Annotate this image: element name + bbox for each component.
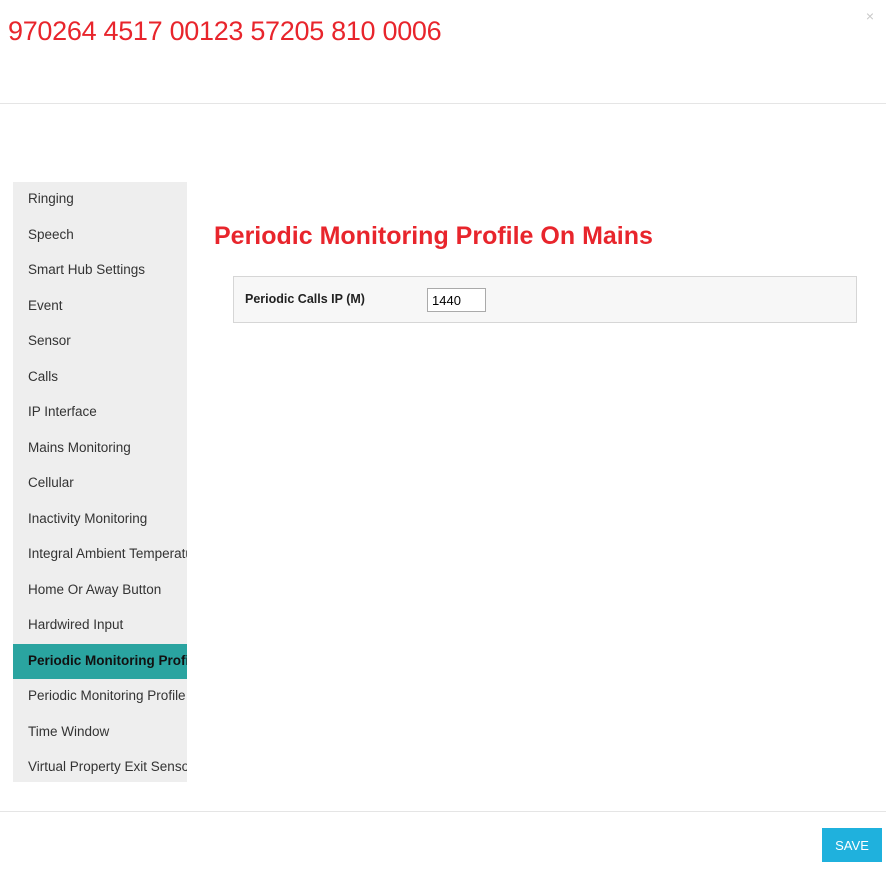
section-title: Periodic Monitoring Profile On Mains xyxy=(214,222,653,250)
footer-divider xyxy=(0,811,886,812)
sidebar-item-virtual-property-exit-sensor[interactable]: Virtual Property Exit Sensor xyxy=(13,750,187,782)
sidebar-item-smart-hub-settings[interactable]: Smart Hub Settings xyxy=(13,253,187,289)
sidebar-item-speech[interactable]: Speech xyxy=(13,218,187,254)
sidebar-item-periodic-monitoring-profile[interactable]: Periodic Monitoring Profile xyxy=(13,679,187,715)
sidebar-item-time-window[interactable]: Time Window xyxy=(13,715,187,751)
sidebar-item-calls[interactable]: Calls xyxy=(13,360,187,396)
modal-title: 970264 4517 00123 57205 810 0006 xyxy=(8,16,442,46)
header-divider xyxy=(0,103,886,104)
close-icon[interactable]: × xyxy=(866,8,874,24)
settings-sidebar: Ringing Speech Smart Hub Settings Event … xyxy=(13,182,187,782)
sidebar-item-ip-interface[interactable]: IP Interface xyxy=(13,395,187,431)
sidebar-item-inactivity-monitoring[interactable]: Inactivity Monitoring xyxy=(13,502,187,538)
periodic-calls-field-row: Periodic Calls IP (M) xyxy=(233,276,857,323)
sidebar-item-mains-monitoring[interactable]: Mains Monitoring xyxy=(13,431,187,467)
sidebar-item-home-or-away-button[interactable]: Home Or Away Button xyxy=(13,573,187,609)
periodic-calls-label: Periodic Calls IP (M) xyxy=(245,292,365,306)
save-button[interactable]: SAVE xyxy=(822,828,882,862)
sidebar-item-sensor[interactable]: Sensor xyxy=(13,324,187,360)
periodic-calls-input[interactable] xyxy=(427,288,486,312)
sidebar-item-ringing[interactable]: Ringing xyxy=(13,182,187,218)
sidebar-item-cellular[interactable]: Cellular xyxy=(13,466,187,502)
sidebar-item-integral-ambient-temperature[interactable]: Integral Ambient Temperature xyxy=(13,537,187,573)
sidebar-item-periodic-monitoring-profile-on-mains[interactable]: Periodic Monitoring Profile On Mains xyxy=(13,643,187,679)
sidebar-item-event[interactable]: Event xyxy=(13,289,187,325)
sidebar-item-hardwired-input[interactable]: Hardwired Input xyxy=(13,608,187,644)
